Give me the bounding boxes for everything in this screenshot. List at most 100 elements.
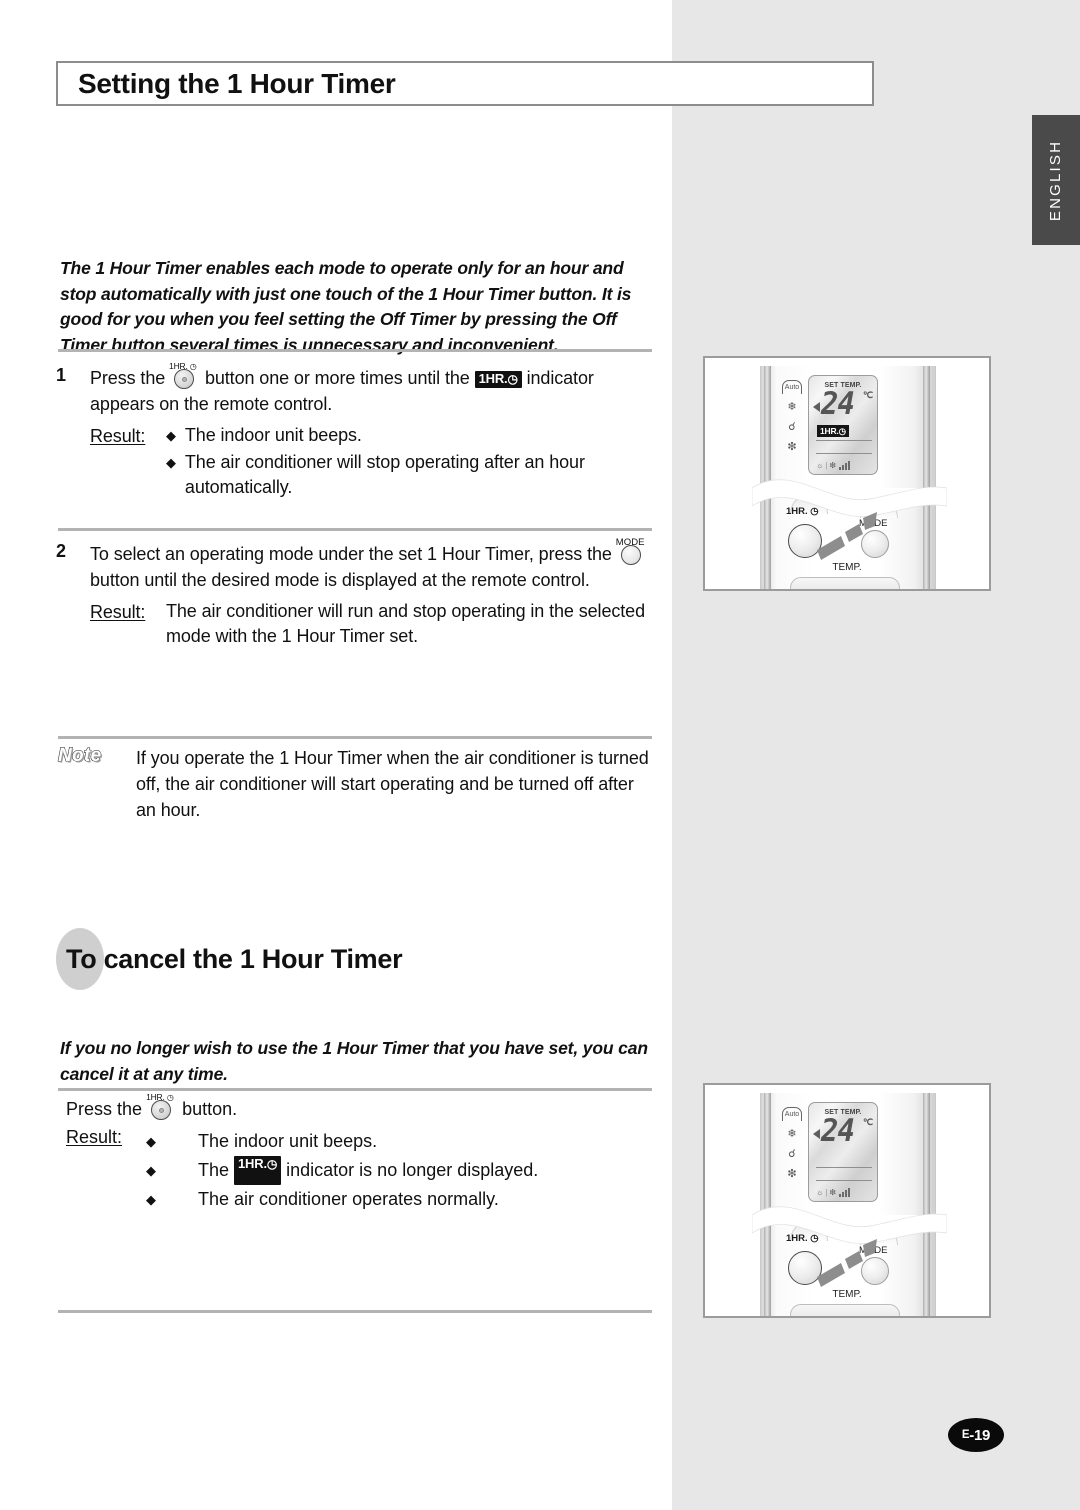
- signal-bars-icon: [839, 1188, 851, 1197]
- step-1: 1 Press the 1HR. ◷ button one or more ti…: [56, 361, 656, 502]
- remote-lower-button[interactable]: [790, 1304, 900, 1316]
- step-2-text-before: To select an operating mode under the se…: [90, 544, 612, 564]
- airflow-icon: ☼: [816, 1188, 824, 1197]
- divider-step1-top: [58, 349, 652, 352]
- mode-button-icon[interactable]: MODE: [616, 537, 647, 565]
- remote-edge-right: [923, 366, 930, 589]
- remote-seam: [770, 488, 924, 494]
- remote-lower-button[interactable]: [790, 577, 900, 589]
- divider-step2-top: [58, 528, 652, 531]
- timer-button-knob: [151, 1100, 172, 1120]
- lcd-separator: [816, 453, 872, 454]
- step-1-text-after: button one or more times until the: [204, 368, 470, 388]
- remote-mode-icon-column: Auto ❄ ☌ ❇: [780, 1107, 804, 1181]
- lcd-caret-icon: [813, 1129, 820, 1139]
- fan-speed-icon: ❇: [829, 1188, 837, 1197]
- cancel-result-label: Result:: [66, 1127, 123, 1147]
- step-2-result: Result: The air conditioner will run and…: [90, 599, 656, 651]
- language-tab: ENGLISH: [1032, 115, 1080, 245]
- timer-button-icon[interactable]: 1HR. ◷: [146, 1092, 177, 1120]
- lcd-separator: [816, 440, 872, 441]
- remote-mode-icon-column: Auto ❄ ☌ ❇: [780, 380, 804, 454]
- remote-lcd-display: SET TEMP. 24 ℃ ☼ | ❇: [808, 1102, 878, 1202]
- step-1-result-item: ◆ The air conditioner will stop operatin…: [166, 450, 656, 500]
- page-title-box: Setting the 1 Hour Timer: [56, 61, 874, 106]
- auto-mode-icon: Auto: [781, 380, 803, 394]
- illustration-remote-timer-cancelled: Auto ❄ ☌ ❇ SET TEMP. 24 ℃ ☼ | ❇ 1HR. ◷ T…: [703, 1083, 991, 1318]
- section2-intro: If you no longer wish to use the 1 Hour …: [60, 1038, 648, 1084]
- note-text: If you operate the 1 Hour Timer when the…: [136, 748, 649, 820]
- lcd-temperature-unit: ℃: [863, 1117, 874, 1127]
- lcd-caret-icon: [813, 402, 820, 412]
- cancel-result-text: The indoor unit beeps.: [198, 1131, 378, 1151]
- page-number-value: -19: [969, 1426, 991, 1444]
- remote-control-graphic: Auto ❄ ☌ ❇ SET TEMP. 24 ℃ 1HR.◷ ☼ | ❇ 1H…: [752, 358, 947, 589]
- dry-droplet-icon: ☌: [788, 421, 796, 433]
- remote-edge-left: [764, 1093, 771, 1316]
- lcd-temperature-unit: ℃: [863, 390, 874, 400]
- remote-edge-right: [923, 1093, 930, 1316]
- timer-button-knob: [174, 369, 195, 389]
- cool-snowflake-icon: ❄: [787, 401, 797, 413]
- pointer-arrow-icon: [817, 1239, 877, 1287]
- remote-control-graphic: Auto ❄ ☌ ❇ SET TEMP. 24 ℃ ☼ | ❇ 1HR. ◷ T…: [752, 1085, 947, 1316]
- page-title: Setting the 1 Hour Timer: [78, 67, 396, 99]
- step-2: 2 To select an operating mode under the …: [56, 537, 656, 651]
- cool-snowflake-icon: ❄: [787, 1128, 797, 1140]
- cancel-press-before: Press the: [66, 1099, 143, 1119]
- note-label: Note: [57, 744, 102, 766]
- cancel-press-after: button.: [182, 1099, 238, 1119]
- auto-mode-icon: Auto: [781, 1107, 803, 1121]
- step-1-result-label: Result:: [90, 426, 146, 446]
- lcd-separator: [816, 1180, 872, 1181]
- remote-timer-button-label: 1HR. ◷: [786, 506, 819, 517]
- section2-heading: To cancel the 1 Hour Timer: [56, 928, 403, 990]
- cancel-result-text: The air conditioner operates normally.: [198, 1189, 499, 1209]
- lcd-status-row: ☼ | ❇: [816, 1184, 874, 1197]
- mode-button-knob: [620, 545, 641, 565]
- step-1-result: Result: ◆ The indoor unit beeps. ◆ The a…: [90, 423, 656, 502]
- note-block: Note If you operate the 1 Hour Timer whe…: [57, 744, 658, 823]
- section2-title: To cancel the 1 Hour Timer: [66, 944, 403, 974]
- cancel-result-text-before: The: [198, 1160, 230, 1180]
- remote-lcd-display: SET TEMP. 24 ℃ 1HR.◷ ☼ | ❇: [808, 375, 878, 475]
- step-2-result-item: The air conditioner will run and stop op…: [166, 599, 656, 649]
- step-2-result-text: The air conditioner will run and stop op…: [166, 601, 645, 646]
- indicator-badge-1hr: 1HR.◷: [234, 1156, 282, 1185]
- dry-droplet-icon: ☌: [788, 1148, 796, 1160]
- remote-edge-left: [764, 366, 771, 589]
- remote-timer-button-label: 1HR. ◷: [786, 1233, 819, 1244]
- step-2-number: 2: [56, 541, 67, 561]
- diamond-bullet-icon: ◆: [146, 1192, 156, 1207]
- illustration-remote-timer-set: Auto ❄ ☌ ❇ SET TEMP. 24 ℃ 1HR.◷ ☼ | ❇ 1H…: [703, 356, 991, 591]
- lcd-temperature-value: 24: [821, 384, 855, 422]
- diamond-bullet-icon: ◆: [166, 428, 176, 443]
- timer-button-icon[interactable]: 1HR. ◷: [169, 361, 200, 389]
- lcd-timer-badge: 1HR.◷: [817, 425, 849, 437]
- cancel-result-item: ◆ The indoor unit beeps.: [146, 1127, 666, 1156]
- step-2-text-after: button until the desired mode is display…: [90, 570, 590, 590]
- fan-icon: ❇: [787, 1168, 797, 1180]
- diamond-bullet-icon: ◆: [146, 1163, 156, 1178]
- airflow-icon: ☼: [816, 461, 824, 470]
- section1-intro: The 1 Hour Timer enables each mode to op…: [60, 258, 632, 355]
- fan-speed-icon: ❇: [829, 461, 837, 470]
- step-2-result-label: Result:: [90, 602, 146, 622]
- indicator-badge-1hr: 1HR.◷: [474, 371, 522, 388]
- step-1-result-text: The indoor unit beeps.: [184, 425, 362, 445]
- step-1-number: 1: [56, 365, 67, 385]
- lcd-status-row: ☼ | ❇: [816, 457, 874, 470]
- step-1-result-text: The air conditioner will stop operating …: [184, 452, 585, 497]
- cancel-result-text-after: indicator is no longer displayed.: [286, 1160, 539, 1180]
- remote-seam: [770, 1215, 924, 1221]
- cancel-result-item: ◆ The 1HR.◷ indicator is no longer displ…: [146, 1156, 666, 1185]
- signal-bars-icon: [839, 461, 851, 470]
- page-number-prefix: E: [961, 1429, 970, 1441]
- step-1-text-before: Press the: [90, 368, 166, 388]
- cancel-instructions: Press the 1HR. ◷ button. Result: ◆ The i…: [66, 1092, 666, 1214]
- language-tab-label: ENGLISH: [1047, 139, 1065, 221]
- diamond-bullet-icon: ◆: [146, 1134, 156, 1149]
- lcd-separator: [816, 1167, 872, 1168]
- divider-note-top: [58, 736, 652, 739]
- cancel-result-item: ◆ The air conditioner operates normally.: [146, 1185, 666, 1214]
